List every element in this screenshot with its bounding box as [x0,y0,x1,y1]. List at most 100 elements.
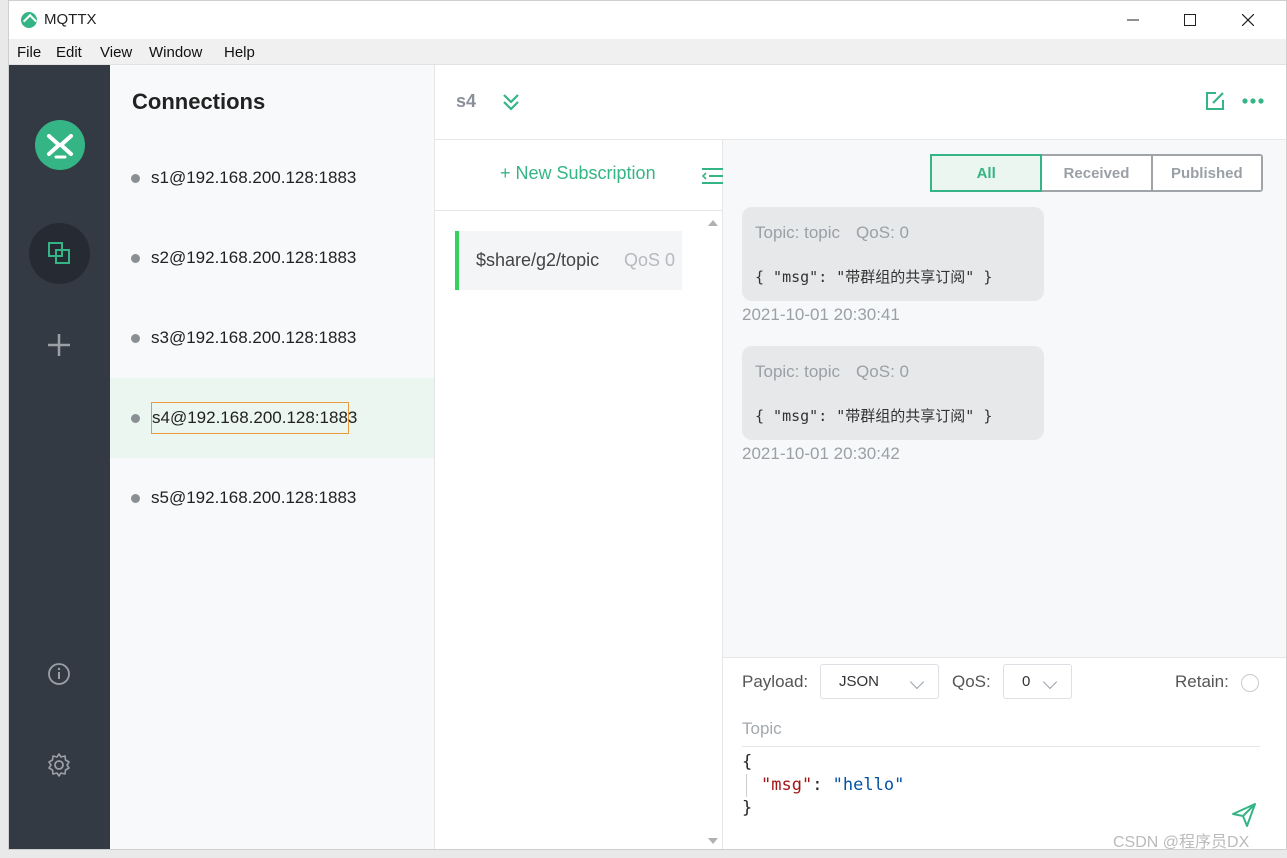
gear-icon [48,753,70,777]
connection-header: s4 [435,65,1286,140]
list-collapse-icon [701,168,723,184]
connections-panel: Connections s1@192.168.200.128:1883 s2@1… [110,65,435,849]
menu-help[interactable]: Help [224,44,255,61]
message-payload: { "msg": "带群组的共享订阅" } [755,268,993,286]
maximize-button[interactable] [1161,1,1219,39]
messages-area: All Received Published Topic: topic QoS: … [723,140,1286,657]
chevron-down-icon [1042,674,1058,690]
menu-bar: File Edit View Window Help [9,39,1286,65]
connection-item[interactable]: s1@192.168.200.128:1883 [110,138,434,218]
watermark: CSDN @程序员DX [1113,834,1250,851]
message-bubble[interactable]: Topic: topic QoS: 0 { "msg": "带群组的共享订阅" } [742,207,1044,301]
message-time: 2021-10-01 20:30:42 [742,444,900,463]
retain-label: Retain: [1175,672,1229,691]
filter-received-button[interactable]: Received [1042,156,1153,190]
connection-item[interactable]: s2@192.168.200.128:1883 [110,218,434,298]
connection-label: s1@192.168.200.128:1883 [151,168,357,187]
connection-label: s5@192.168.200.128:1883 [151,488,357,507]
minimize-button[interactable] [1104,1,1162,39]
status-dot [131,174,140,183]
subscription-qos: QoS 0 [624,250,676,270]
more-icon [1242,98,1264,104]
collapse-toggle[interactable] [501,92,521,112]
menu-edit[interactable]: Edit [56,44,82,61]
chevron-down-icon [909,674,925,690]
more-options-button[interactable] [1241,93,1265,109]
status-dot [131,414,140,423]
menu-view[interactable]: View [100,44,132,61]
payload-value: "hello" [832,775,905,795]
payload-format-select[interactable]: JSON [820,664,939,699]
message-qos: QoS: 0 [856,223,909,242]
settings-button[interactable] [45,751,73,779]
connections-nav-button[interactable] [29,223,90,284]
filter-all-button[interactable]: All [930,154,1043,192]
publish-panel: Payload: JSON QoS: 0 Retain: { "msg": "h… [723,657,1286,849]
status-dot [131,494,140,503]
left-nav-sidebar [9,65,110,849]
subscription-item[interactable]: $share/g2/topic QoS 0 [455,231,682,290]
subscriptions-panel: + New Subscription $share/g2/topic QoS 0 [435,140,723,849]
double-chevron-down-icon [503,94,519,111]
payload-line: } [742,798,753,818]
send-button[interactable] [1231,802,1257,828]
qos-select[interactable]: 0 [1003,664,1072,699]
connection-item[interactable]: s3@192.168.200.128:1883 [110,298,434,378]
message-qos: QoS: 0 [856,362,909,381]
topic-input[interactable] [742,711,1260,747]
connection-item[interactable]: s5@192.168.200.128:1883 [110,458,434,538]
connection-label: s2@192.168.200.128:1883 [151,248,357,267]
message-time: 2021-10-01 20:30:41 [742,305,900,324]
connection-item-selected[interactable]: s4@192.168.200.128:1883 [110,378,434,458]
payload-sep: : [812,775,833,795]
edit-icon [1206,92,1224,110]
status-dot [131,254,140,263]
close-button[interactable] [1219,1,1277,39]
payload-line: { [742,752,753,772]
payload-key: "msg" [761,775,813,795]
title-bar: MQTTX [9,1,1286,39]
close-icon [1242,14,1254,26]
divider [435,210,723,211]
new-connection-button[interactable] [45,331,73,359]
connection-label: s4@192.168.200.128:1883 [151,402,357,434]
about-button[interactable] [46,661,72,687]
message-payload: { "msg": "带群组的共享订阅" } [755,407,993,425]
connections-title: Connections [132,89,266,114]
menu-file[interactable]: File [17,44,41,61]
scrollbar[interactable] [703,216,723,849]
message-filter: All Received Published [930,154,1263,192]
message-bubble[interactable]: Topic: topic QoS: 0 { "msg": "带群组的共享订阅" } [742,346,1044,440]
indent-guide [746,774,747,797]
payload-line: "msg": "hello" [742,774,1222,797]
message-meta: Topic: topic QoS: 0 [755,223,925,243]
qos-label: QoS: [952,672,991,691]
message-topic: Topic: topic [755,362,841,381]
info-icon [48,663,70,685]
subscription-topic: $share/g2/topic [476,250,600,270]
app-window: MQTTX File Edit View Window Help Connect… [8,0,1287,850]
message-topic: Topic: topic [755,223,841,242]
mqttx-logo-icon [35,120,85,170]
payload-editor[interactable]: { "msg": "hello" } [742,751,1222,831]
plus-icon [48,334,70,356]
retain-checkbox[interactable] [1241,674,1259,692]
payload-format-value: JSON [839,673,880,690]
filter-published-button[interactable]: Published [1152,156,1261,190]
message-meta: Topic: topic QoS: 0 [755,362,925,382]
collapse-subscriptions-button[interactable] [701,166,723,186]
minimize-icon [1127,19,1139,21]
qos-value: 0 [1022,673,1031,690]
menu-window[interactable]: Window [149,44,202,61]
send-icon [1232,803,1256,827]
new-subscription-button[interactable]: + New Subscription [500,163,656,184]
app-logo-icon [21,12,37,28]
connection-name: s4 [456,91,477,111]
connection-label: s3@192.168.200.128:1883 [151,328,357,347]
edit-connection-button[interactable] [1204,90,1226,112]
window-title: MQTTX [44,11,97,28]
maximize-icon [1184,14,1196,26]
connections-icon [48,242,70,264]
status-dot [131,334,140,343]
scroll-arrows-icon [708,220,718,844]
